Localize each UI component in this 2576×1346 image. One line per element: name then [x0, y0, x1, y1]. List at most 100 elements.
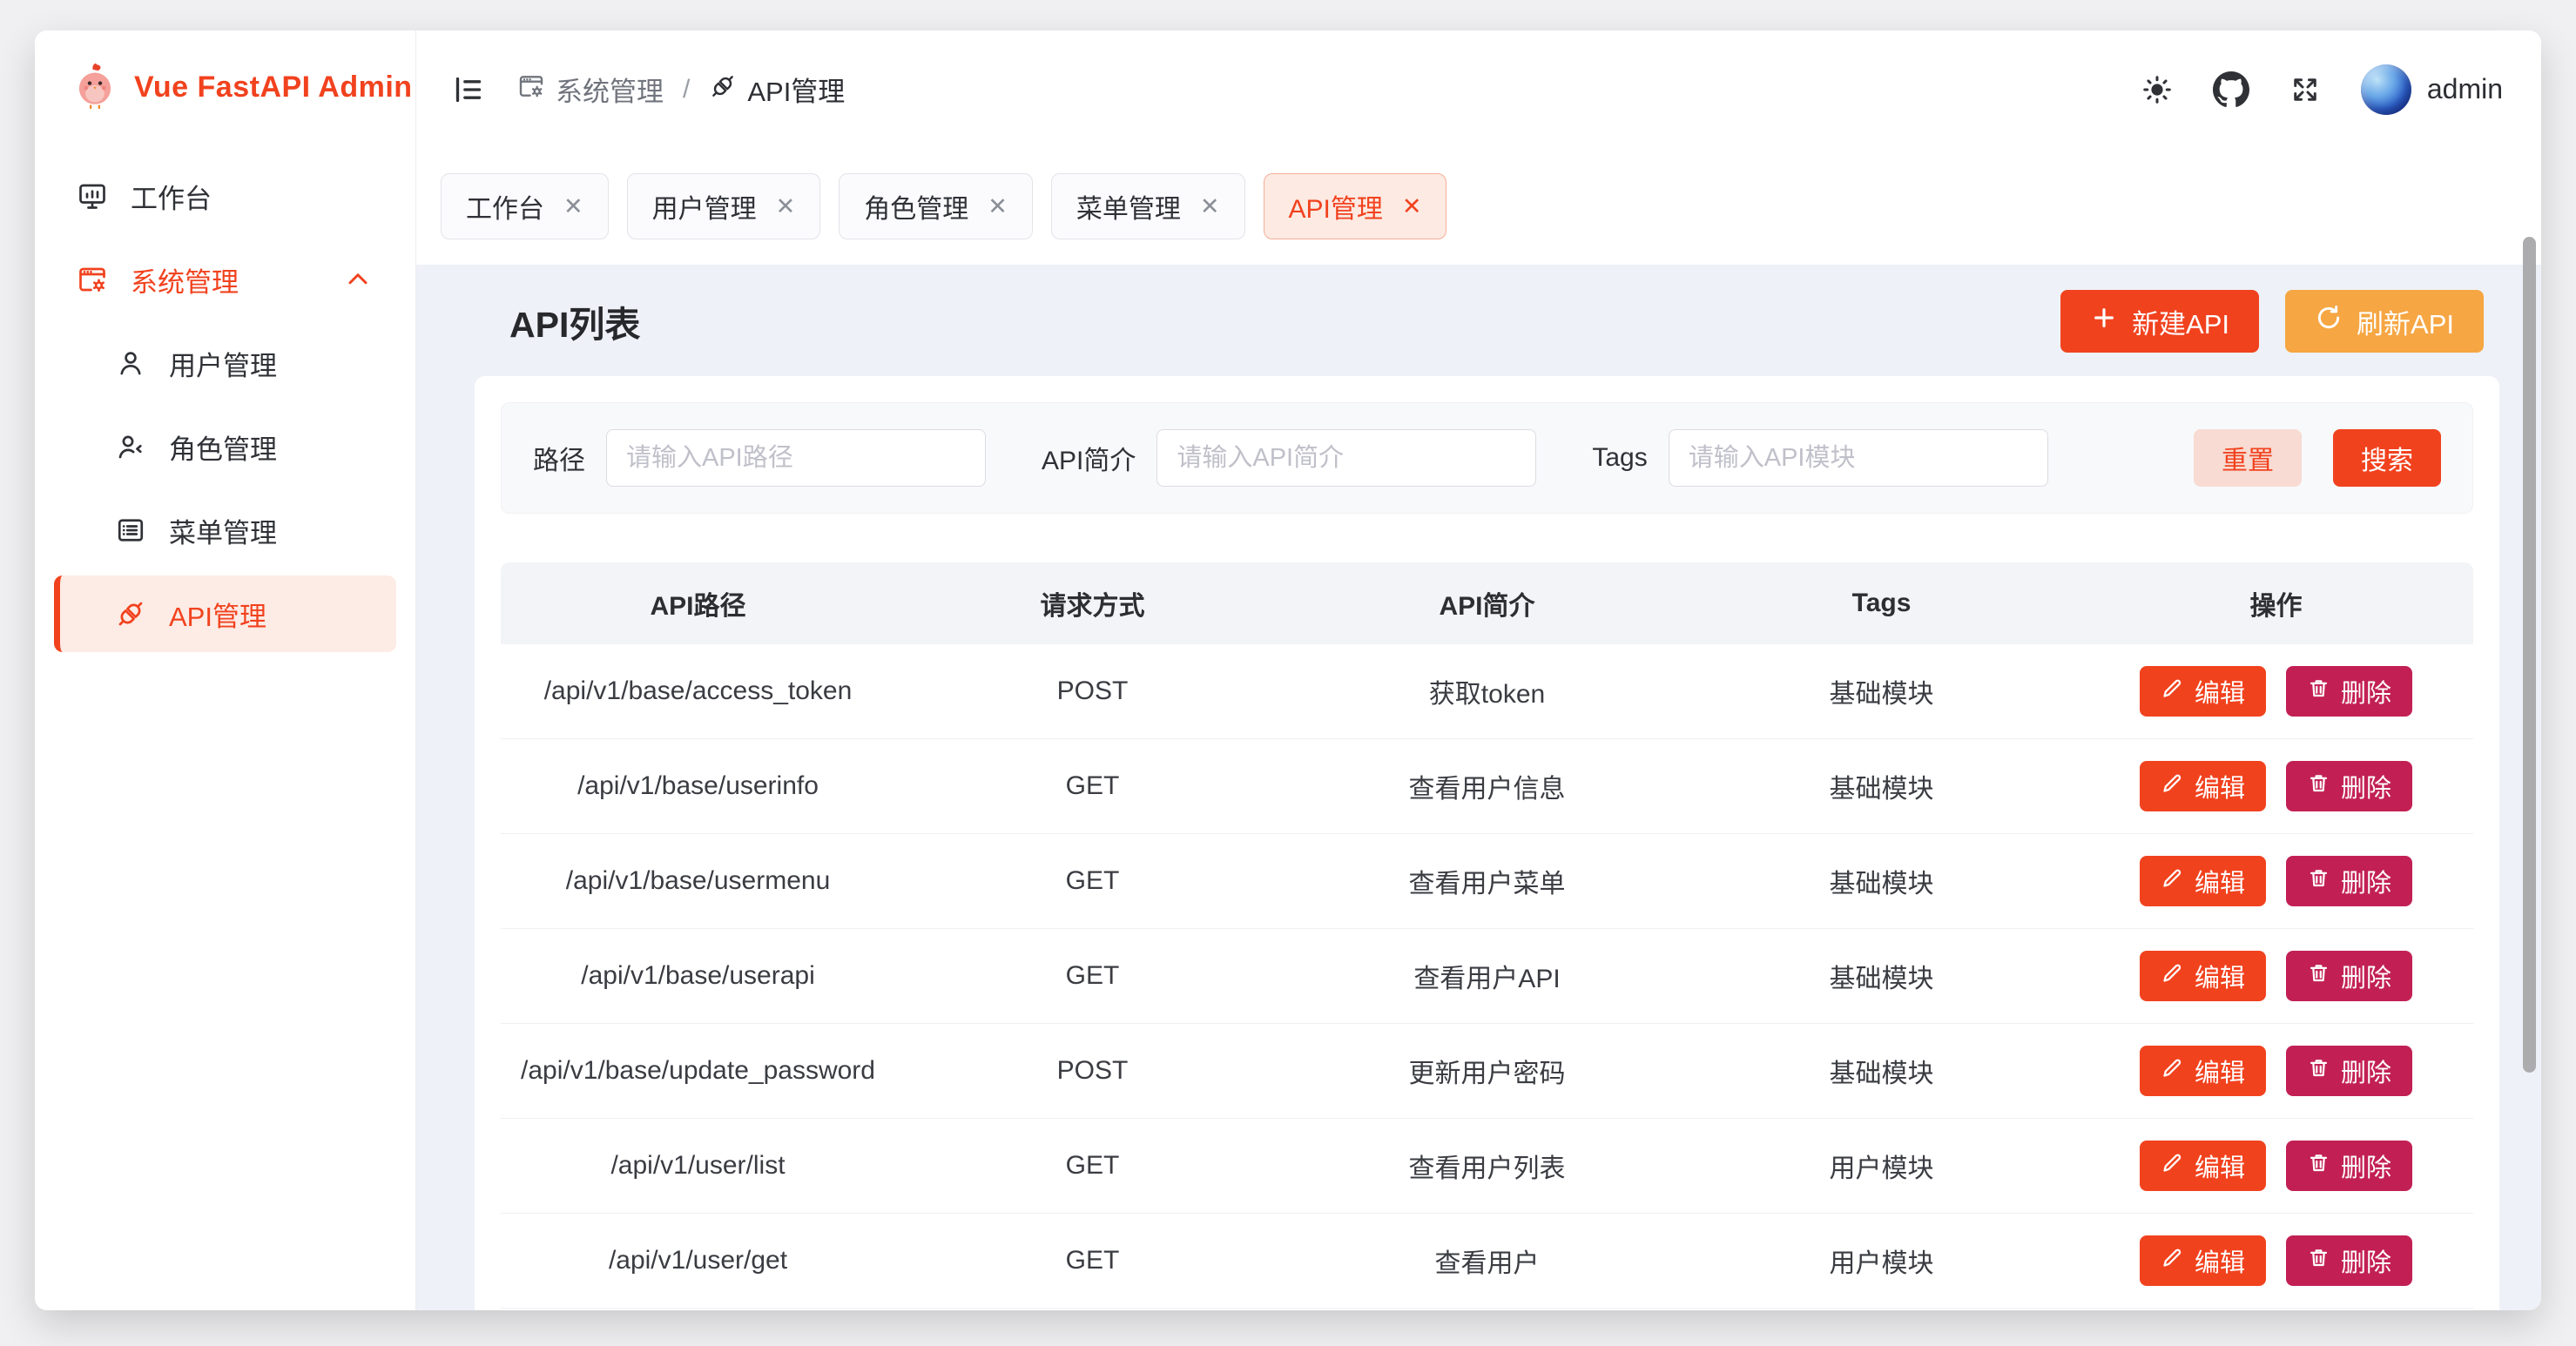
- table-header-cell: API路径: [501, 584, 895, 623]
- create-api-label: 新建API: [2132, 302, 2229, 341]
- username: admin: [2427, 73, 2503, 105]
- app-logo[interactable]: Vue FastAPI Admin: [35, 30, 415, 144]
- api-icon: [115, 598, 146, 629]
- page-header: API列表 新建API 刷新API: [475, 284, 2499, 359]
- cell-api-path: /api/v1/user/list: [501, 1151, 895, 1181]
- tab[interactable]: 用户管理 ✕: [627, 173, 821, 239]
- cell-actions: 编辑 删除: [2079, 951, 2473, 1001]
- workbench-icon: [77, 180, 108, 212]
- delete-button[interactable]: 删除: [2286, 856, 2412, 906]
- cell-summary: 查看用户: [1290, 1242, 1684, 1280]
- refresh-api-button[interactable]: 刷新API: [2285, 290, 2484, 353]
- user-menu[interactable]: admin: [2361, 64, 2503, 115]
- cell-method: POST: [895, 1056, 1290, 1086]
- summary-input[interactable]: [1157, 429, 1536, 487]
- tab[interactable]: API管理 ✕: [1264, 173, 1447, 239]
- cell-summary: 查看用户API: [1290, 957, 1684, 995]
- table-header-cell: 请求方式: [895, 584, 1290, 623]
- delete-button[interactable]: 删除: [2286, 761, 2412, 811]
- breadcrumb-parent[interactable]: 系统管理: [517, 70, 664, 109]
- breadcrumb-current-label: API管理: [747, 70, 845, 109]
- sidebar-subitem[interactable]: API管理: [54, 575, 396, 652]
- delete-button[interactable]: 删除: [2286, 1141, 2412, 1191]
- delete-button[interactable]: 删除: [2286, 1046, 2412, 1096]
- tags-input[interactable]: [1669, 429, 2048, 487]
- delete-label: 删除: [2341, 863, 2391, 899]
- close-icon[interactable]: ✕: [1200, 195, 1220, 219]
- close-icon[interactable]: ✕: [1402, 195, 1422, 219]
- cell-api-path: /api/v1/base/usermenu: [501, 866, 895, 896]
- close-icon[interactable]: ✕: [563, 195, 583, 219]
- table-row: /api/v1/user/list GET 查看用户列表 用户模块: [501, 1119, 2473, 1214]
- sidebar-subitem-label: API管理: [169, 595, 266, 634]
- collapse-sidebar-icon[interactable]: [451, 72, 486, 107]
- tab-label: 角色管理: [864, 187, 968, 225]
- sidebar: Vue FastAPI Admin 工作台: [35, 30, 416, 1310]
- table-row: /api/v1/base/update_password POST 更新用户密码…: [501, 1024, 2473, 1119]
- scrollbar-thumb[interactable]: [2523, 237, 2536, 1073]
- trash-icon: [2307, 1151, 2330, 1181]
- delete-button[interactable]: 删除: [2286, 951, 2412, 1001]
- trash-icon: [2307, 866, 2330, 897]
- theme-toggle-icon[interactable]: [2141, 74, 2173, 105]
- cell-api-path: /api/v1/base/access_token: [501, 676, 895, 706]
- sidebar-item-system-management[interactable]: 系统管理: [54, 241, 396, 318]
- trash-icon: [2307, 1246, 2330, 1276]
- delete-label: 删除: [2341, 768, 2391, 804]
- edit-button[interactable]: 编辑: [2140, 856, 2266, 906]
- cell-method: GET: [895, 1151, 1290, 1181]
- menu-icon: [115, 515, 146, 546]
- edit-label: 编辑: [2195, 1053, 2245, 1089]
- edit-button[interactable]: 编辑: [2140, 666, 2266, 717]
- avatar[interactable]: [2361, 64, 2411, 115]
- sidebar-item-label: 工作台: [131, 177, 212, 216]
- search-button[interactable]: 搜索: [2333, 429, 2441, 487]
- edit-button[interactable]: 编辑: [2140, 761, 2266, 811]
- create-api-button[interactable]: 新建API: [2060, 290, 2259, 353]
- edit-button[interactable]: 编辑: [2140, 1235, 2266, 1286]
- top-bar: 系统管理 / API管理: [416, 30, 2541, 148]
- sidebar-subitem[interactable]: 角色管理: [54, 408, 396, 485]
- sidebar-subitem[interactable]: 用户管理: [54, 325, 396, 401]
- filter-bar: 路径 API简介 Tags 重置 搜索: [501, 402, 2473, 514]
- delete-button[interactable]: 删除: [2286, 666, 2412, 717]
- edit-button[interactable]: 编辑: [2140, 1141, 2266, 1191]
- edit-button[interactable]: 编辑: [2140, 1046, 2266, 1096]
- close-icon[interactable]: ✕: [776, 195, 796, 219]
- delete-button[interactable]: 删除: [2286, 1235, 2412, 1286]
- tab[interactable]: 菜单管理 ✕: [1051, 173, 1245, 239]
- breadcrumb-current[interactable]: API管理: [709, 70, 845, 109]
- tab[interactable]: 工作台 ✕: [441, 173, 609, 239]
- chick-logo-icon: [70, 60, 120, 115]
- delete-label: 删除: [2341, 958, 2391, 994]
- tab-label: 用户管理: [652, 187, 757, 225]
- edit-label: 编辑: [2195, 1147, 2245, 1184]
- logo-title: Vue FastAPI Admin: [134, 71, 413, 104]
- reset-button[interactable]: 重置: [2194, 429, 2302, 487]
- edit-label: 编辑: [2195, 673, 2245, 710]
- path-input[interactable]: [606, 429, 986, 487]
- api-icon: [709, 72, 737, 107]
- fullscreen-icon[interactable]: [2289, 74, 2321, 105]
- trash-icon: [2307, 771, 2330, 802]
- plus-icon: [2090, 304, 2118, 339]
- edit-label: 编辑: [2195, 958, 2245, 994]
- path-label: 路径: [533, 439, 585, 477]
- cell-method: GET: [895, 1246, 1290, 1275]
- summary-label: API简介: [1042, 439, 1136, 477]
- close-icon[interactable]: ✕: [988, 195, 1008, 219]
- pencil-icon: [2161, 676, 2184, 707]
- trash-icon: [2307, 1056, 2330, 1087]
- edit-button[interactable]: 编辑: [2140, 951, 2266, 1001]
- tab[interactable]: 角色管理 ✕: [839, 173, 1033, 239]
- api-table: API路径 请求方式 API简介 Tags 操作: [501, 562, 2473, 1309]
- sidebar-item-workbench[interactable]: 工作台: [54, 158, 396, 234]
- sidebar-subitem[interactable]: 菜单管理: [54, 492, 396, 569]
- trash-icon: [2307, 676, 2330, 707]
- cell-tags: 基础模块: [1684, 957, 2079, 995]
- page-content: API列表 新建API 刷新API: [416, 265, 2541, 1310]
- github-icon[interactable]: [2213, 71, 2249, 108]
- header-buttons: 新建API 刷新API: [2060, 290, 2499, 353]
- table-row: /api/v1/base/userinfo GET 查看用户信息 基础模块: [501, 739, 2473, 834]
- cell-api-path: /api/v1/base/userinfo: [501, 771, 895, 801]
